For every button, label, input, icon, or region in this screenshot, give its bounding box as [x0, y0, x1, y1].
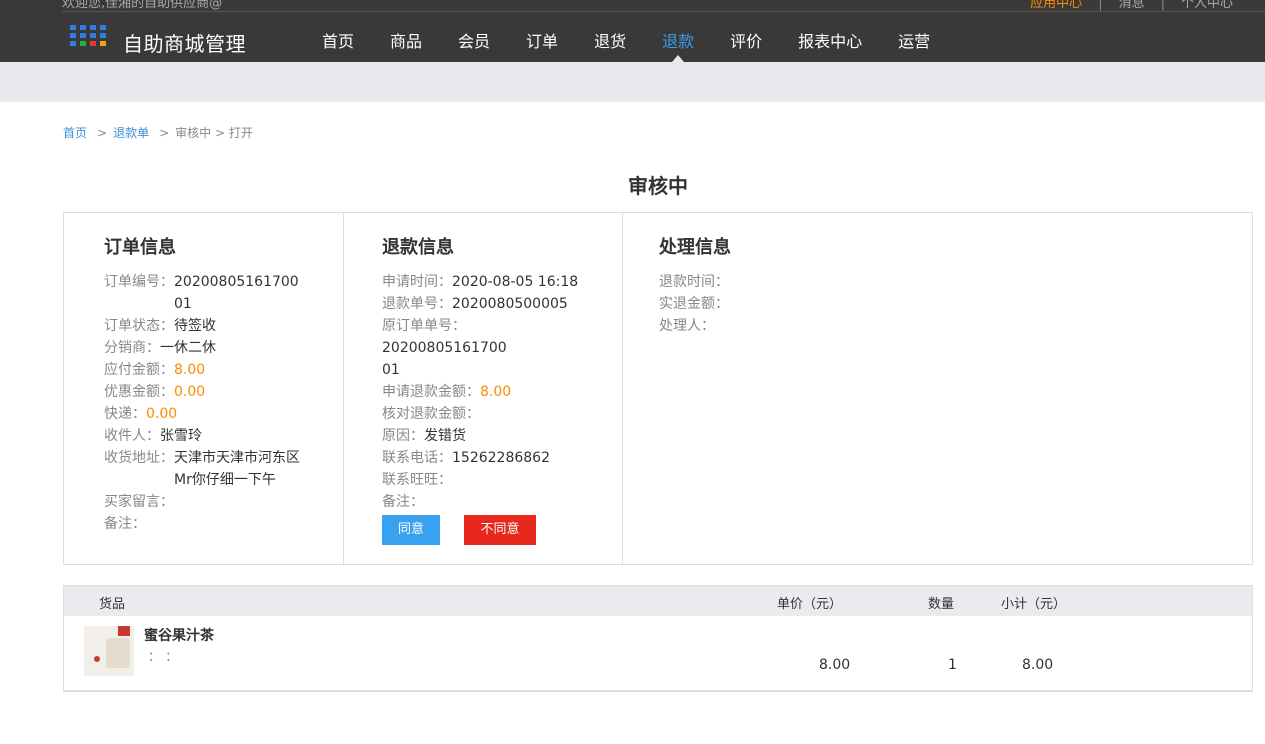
nav-operations[interactable]: 运营 [880, 0, 948, 62]
product-price: 8.00 [819, 657, 851, 673]
breadcrumb-current: 审核中 > 打开 [175, 126, 253, 140]
product-name[interactable]: 蜜谷果汁茶 [144, 625, 214, 645]
divider: | [1160, 0, 1165, 11]
order-no-label: 订单编号： [104, 274, 174, 290]
refund-no-label: 退款单号： [382, 296, 452, 312]
app-center-link[interactable]: 应用中心 [1030, 0, 1082, 11]
sub-navigation-bar [0, 62, 1265, 102]
product-spec: ： ： [148, 650, 179, 665]
goods-table-header: 货品 单价（元） 数量 小计（元） [64, 586, 1252, 616]
apply-time-value: 2020-08-05 16:18 [452, 274, 579, 290]
process-info-heading: 处理信息 [659, 237, 731, 258]
refund-info-heading: 退款信息 [382, 237, 454, 258]
receiver-value: 张雪玲 [160, 428, 202, 444]
product-qty: 1 [948, 657, 957, 673]
top-navigation-bar: 欢迎您,佳湘的自助供应商@ 应用中心 | 消息 | 个人中心 自助商城管理 首页 商品 … [0, 0, 1265, 62]
nav-reviews[interactable]: 评价 [712, 0, 780, 62]
disagree-button[interactable]: 不同意 [464, 515, 536, 545]
apply-time-label: 申请时间： [382, 274, 452, 290]
phone-label: 联系电话： [382, 450, 452, 466]
breadcrumb-separator: > [97, 126, 108, 140]
header-goods: 货品 [99, 597, 126, 612]
order-remark-label: 备注： [104, 516, 146, 532]
nav-refunds[interactable]: 退款 [644, 0, 712, 62]
original-order-label: 原订单单号： [382, 318, 466, 334]
agree-button[interactable]: 同意 [382, 515, 440, 545]
payable-value: 8.00 [174, 362, 206, 378]
original-order-value: 2020080516170001 [382, 340, 507, 378]
nav-products[interactable]: 商品 [372, 0, 440, 62]
nav-returns[interactable]: 退货 [576, 0, 644, 62]
refund-no-value: 2020080500005 [452, 296, 568, 312]
main-nav: 首页 商品 会员 订单 退货 退款 评价 报表中心 运营 [304, 0, 948, 62]
order-info-heading: 订单信息 [104, 237, 176, 258]
distributor-label: 分销商： [104, 340, 160, 356]
apply-amount-value: 8.00 [480, 384, 512, 400]
divider: | [1098, 0, 1103, 11]
page-title: 审核中 [628, 174, 688, 198]
payable-label: 应付金额： [104, 362, 174, 378]
buyer-message-label: 买家留言： [104, 494, 174, 510]
phone-value: 15262286862 [452, 450, 550, 466]
discount-value: 0.00 [174, 384, 206, 400]
brand-title[interactable]: 自助商城管理 [123, 28, 246, 57]
distributor-value: 一休二休 [160, 340, 216, 356]
messages-link[interactable]: 消息 [1119, 0, 1145, 11]
action-buttons: 同意 不同意 [382, 515, 622, 545]
actual-amount-label: 实退金额： [659, 296, 729, 312]
receiver-label: 收件人： [104, 428, 160, 444]
nav-members[interactable]: 会员 [440, 0, 508, 62]
table-row: 蜜谷果汁茶 ： ： 8.00 1 8.00 [64, 616, 1252, 691]
top-links: 应用中心 | 消息 | 个人中心 [1030, 0, 1233, 11]
goods-table: 货品 单价（元） 数量 小计（元） 蜜谷果汁茶 ： ： 8.00 1 8.00 [63, 585, 1253, 692]
refund-remark-label: 备注： [382, 494, 424, 510]
breadcrumb-separator: > [159, 126, 170, 140]
header-qty: 数量 [928, 597, 955, 612]
order-status-label: 订单状态： [104, 318, 174, 334]
shipping-value: 0.00 [146, 406, 178, 422]
breadcrumb-refund-list[interactable]: 退款单 [113, 126, 149, 140]
check-amount-label: 核对退款金额： [382, 406, 480, 422]
reason-value: 发错货 [424, 428, 466, 444]
order-no-value: 2020080516170001 [174, 274, 299, 312]
header-price: 单价（元） [777, 597, 843, 612]
order-info-panel: 订单信息 订单编号： 2020080516170001 订单状态： 待签收 分销商：… [64, 213, 344, 564]
product-thumbnail[interactable] [84, 626, 134, 676]
apply-amount-label: 申请退款金额： [382, 384, 480, 400]
welcome-text: 欢迎您,佳湘的自助供应商@ [62, 0, 223, 11]
nav-orders[interactable]: 订单 [508, 0, 576, 62]
process-info-panel: 处理信息 退款时间： 实退金额： 处理人： [623, 213, 1252, 564]
info-panels: 订单信息 订单编号： 2020080516170001 订单状态： 待签收 分销商：… [63, 212, 1253, 565]
handler-label: 处理人： [659, 318, 715, 334]
discount-label: 优惠金额： [104, 384, 174, 400]
profile-link[interactable]: 个人中心 [1181, 0, 1233, 11]
refund-time-label: 退款时间： [659, 274, 729, 290]
nav-reports[interactable]: 报表中心 [780, 0, 880, 62]
refund-info-panel: 退款信息 申请时间： 2020-08-05 16:18 退款单号： 20200805… [344, 213, 623, 564]
address-label: 收货地址： [104, 450, 174, 466]
breadcrumb: 首页 > 退款单 > 审核中 > 打开 [63, 124, 253, 141]
breadcrumb-home[interactable]: 首页 [63, 126, 87, 140]
order-status-value: 待签收 [174, 318, 216, 334]
product-subtotal: 8.00 [1022, 657, 1054, 673]
logo-icon[interactable] [70, 25, 108, 47]
header-subtotal: 小计（元） [1001, 597, 1067, 612]
wangwang-label: 联系旺旺： [382, 472, 452, 488]
shipping-label: 快递： [104, 406, 146, 422]
nav-home[interactable]: 首页 [304, 0, 372, 62]
address-value: 天津市天津市河东区Mr你仔细一下午 [174, 450, 300, 488]
reason-label: 原因： [382, 428, 424, 444]
